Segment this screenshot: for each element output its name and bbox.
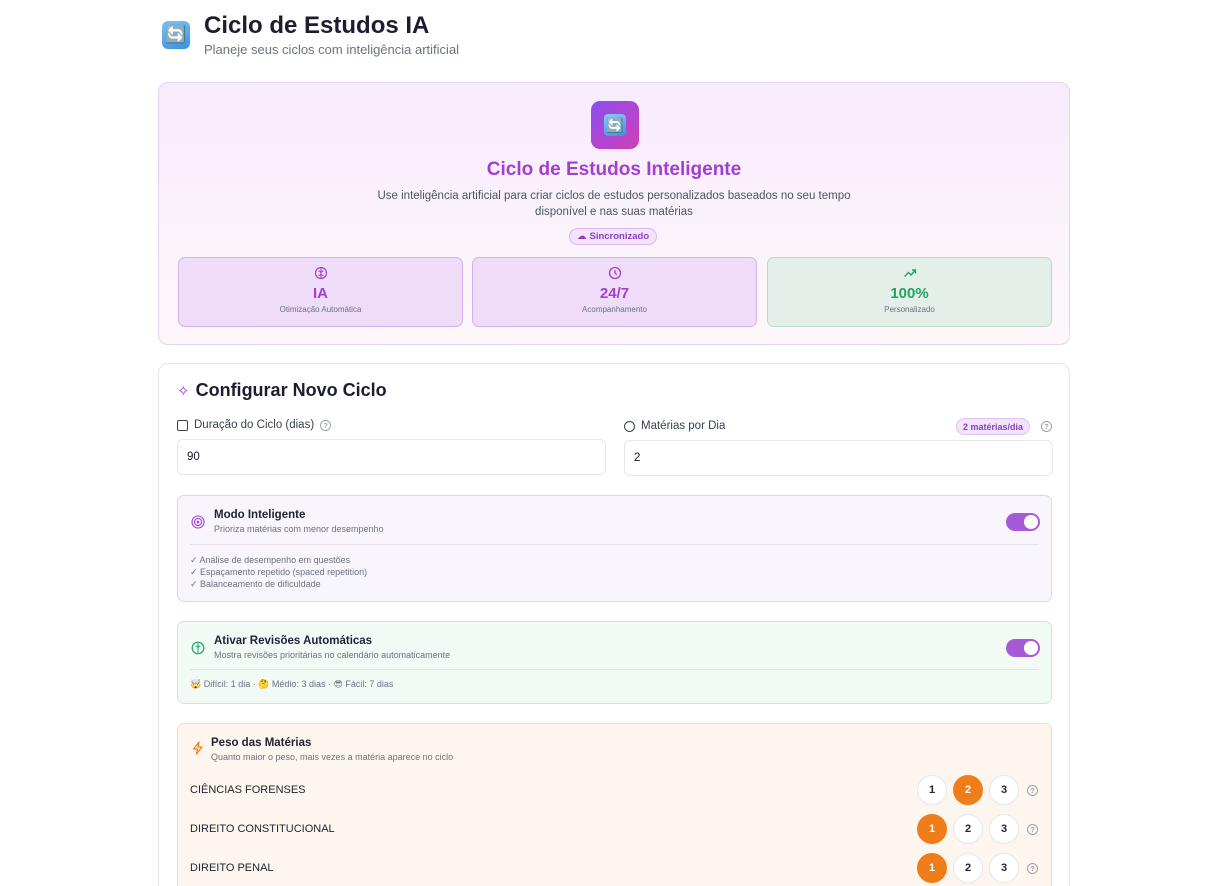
- weight-selector: 1 2 3: [917, 814, 1019, 844]
- feature-item: ✓ Análise de desempenho em questões: [190, 555, 351, 565]
- per-day-label: Matérias por Dia: [624, 420, 725, 432]
- app-header: 🔄 Ciclo de Estudos IA Planeje seus ciclo…: [162, 12, 459, 57]
- duration-label-text: Duração do Ciclo (dias): [194, 419, 315, 431]
- weight-option-3[interactable]: 3: [989, 853, 1019, 883]
- revision-intervals-legend: 🤯 Difícil: 1 dia · 🤔 Médio: 3 dias · 😎 F…: [190, 679, 394, 689]
- trending-up-icon: [768, 266, 1051, 282]
- hero-description: Use inteligência artificial para criar c…: [377, 190, 851, 218]
- brain-icon: [179, 266, 462, 282]
- config-card: ✧ Configurar Novo Ciclo Duração do Ciclo…: [158, 363, 1070, 886]
- hero-title: Ciclo de Estudos Inteligente: [486, 159, 742, 180]
- zap-icon: [192, 741, 203, 755]
- page-title: Ciclo de Estudos IA: [204, 12, 430, 39]
- divider: [190, 669, 1039, 670]
- help-icon[interactable]: ?: [1041, 421, 1052, 432]
- subject-name: DIREITO CONSTITUCIONAL: [190, 823, 335, 835]
- clock-icon: [624, 420, 635, 432]
- duration-input[interactable]: 90: [177, 439, 606, 475]
- stat-value: 100%: [890, 285, 929, 302]
- cycle-icon: 🔄: [604, 114, 626, 136]
- smart-mode-subtitle: Prioriza matérias com menor desempenho: [214, 524, 384, 534]
- weight-option-3[interactable]: 3: [989, 775, 1019, 805]
- stat-card-monitoring: 24/7 Acompanhamento: [472, 257, 757, 327]
- feature-item: ✓ Espaçamento repetido (spaced repetitio…: [190, 567, 368, 577]
- weights-title: Peso das Matérias: [211, 737, 312, 749]
- subject-name: CIÊNCIAS FORENSES: [190, 784, 306, 796]
- stat-card-ia: IA Otimização Automática: [178, 257, 463, 327]
- smart-mode-panel: Modo Inteligente Prioriza matérias com m…: [177, 495, 1052, 602]
- smart-mode-toggle[interactable]: [1006, 513, 1040, 531]
- revisions-toggle[interactable]: [1006, 639, 1040, 657]
- weights-subtitle: Quanto maior o peso, mais vezes a matéri…: [211, 752, 454, 762]
- divider: [190, 544, 1039, 545]
- weight-option-3[interactable]: 3: [989, 814, 1019, 844]
- clock-icon: [473, 266, 756, 282]
- hero-card: 🔄 Ciclo de Estudos Inteligente Use intel…: [158, 82, 1070, 345]
- config-title: ✧ Configurar Novo Ciclo: [177, 380, 387, 401]
- per-day-badge: 2 matérias/dia: [956, 418, 1031, 435]
- weight-option-1[interactable]: 1: [917, 775, 947, 805]
- revisions-title: Ativar Revisões Automáticas: [214, 635, 373, 647]
- calendar-icon: [177, 419, 188, 431]
- weight-option-1[interactable]: 1: [917, 853, 947, 883]
- per-day-label-text: Matérias por Dia: [641, 420, 726, 432]
- duration-label: Duração do Ciclo (dias) ?: [177, 419, 332, 431]
- stat-label: Otimização Automática: [279, 305, 362, 314]
- help-icon[interactable]: ?: [1027, 824, 1038, 835]
- stat-label: Personalizado: [884, 305, 935, 314]
- page-subtitle: Planeje seus ciclos com inteligência art…: [204, 42, 460, 57]
- weight-option-2[interactable]: 2: [953, 853, 983, 883]
- revisions-panel: Ativar Revisões Automáticas Mostra revis…: [177, 621, 1052, 704]
- target-icon: [191, 515, 205, 529]
- stat-value: 24/7: [599, 285, 630, 302]
- weight-option-2[interactable]: 2: [953, 814, 983, 844]
- stat-label: Acompanhamento: [582, 305, 647, 314]
- smart-mode-title: Modo Inteligente: [214, 509, 306, 521]
- hero-logo: 🔄: [591, 101, 639, 149]
- stat-value: IA: [313, 285, 328, 302]
- help-icon[interactable]: ?: [1027, 785, 1038, 796]
- weight-selector: 1 2 3: [917, 775, 1019, 805]
- weight-option-1[interactable]: 1: [917, 814, 947, 844]
- weight-selector: 1 2 3: [917, 853, 1019, 883]
- help-icon[interactable]: ?: [320, 419, 332, 431]
- sync-status-badge: ☁ Sincronizado: [569, 228, 658, 245]
- stat-card-personalized: 100% Personalizado: [767, 257, 1052, 327]
- sync-status-label: Sincronizado: [589, 231, 650, 242]
- per-day-input[interactable]: 2: [624, 440, 1053, 476]
- sparkles-icon: ✧: [177, 382, 190, 400]
- brain-icon: [191, 641, 205, 655]
- revisions-subtitle: Mostra revisões prioritárias no calendár…: [214, 650, 451, 660]
- weights-panel: Peso das Matérias Quanto maior o peso, m…: [177, 723, 1052, 886]
- app-logo-icon: 🔄: [162, 21, 190, 49]
- config-title-label: Configurar Novo Ciclo: [195, 380, 387, 400]
- help-icon[interactable]: ?: [1027, 863, 1038, 874]
- subject-name: DIREITO PENAL: [190, 862, 274, 874]
- cloud-icon: ☁: [577, 231, 587, 242]
- weight-option-2[interactable]: 2: [953, 775, 983, 805]
- feature-item: ✓ Balanceamento de dificuldade: [190, 579, 321, 589]
